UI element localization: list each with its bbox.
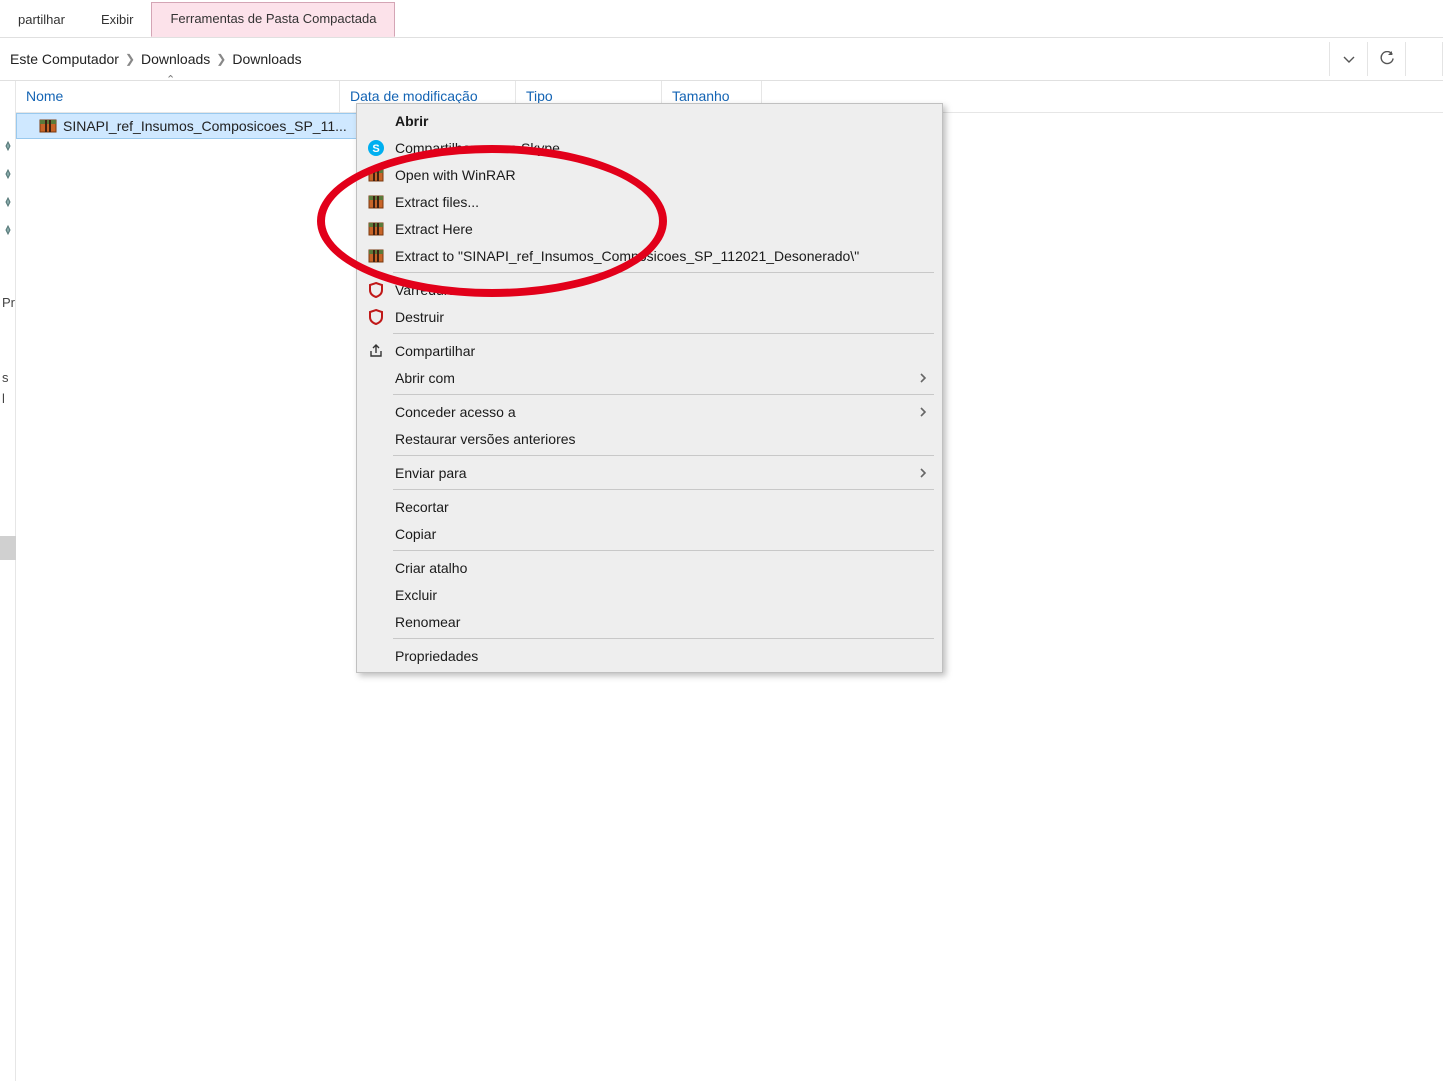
pin-icon <box>3 225 13 235</box>
menu-separator <box>393 489 934 490</box>
pin-icon <box>3 169 13 179</box>
menu-delete-label: Excluir <box>395 587 437 603</box>
menu-copy-label: Copiar <box>395 526 436 542</box>
mcafee-shield-icon <box>367 281 385 299</box>
menu-open-label: Abrir <box>395 113 428 129</box>
pin-icon <box>3 141 13 151</box>
breadcrumb-root[interactable]: Este Computador <box>4 47 125 71</box>
menu-restore-previous-label: Restaurar versões anteriores <box>395 431 576 447</box>
address-bar: Este Computador ❯ Downloads ❯ Downloads <box>0 37 1443 81</box>
menu-extract-here-label: Extract Here <box>395 221 473 237</box>
menu-separator <box>393 455 934 456</box>
menu-open-with[interactable]: Abrir com <box>357 364 942 391</box>
breadcrumb[interactable]: Este Computador ❯ Downloads ❯ Downloads <box>0 47 1329 71</box>
pin-icon <box>3 197 13 207</box>
winrar-icon <box>367 247 385 265</box>
menu-destroy[interactable]: Destruir <box>357 303 942 330</box>
sidebar-label: l <box>0 391 15 406</box>
menu-open[interactable]: Abrir <box>357 107 942 134</box>
address-dropdown-button[interactable] <box>1329 42 1367 76</box>
menu-properties-label: Propriedades <box>395 648 478 664</box>
menu-give-access-label: Conceder acesso a <box>395 404 516 420</box>
menu-extract-files-label: Extract files... <box>395 194 479 210</box>
menu-copy[interactable]: Copiar <box>357 520 942 547</box>
menu-delete[interactable]: Excluir <box>357 581 942 608</box>
menu-skype-label: Compartilhar com o Skype <box>395 140 560 156</box>
menu-open-winrar[interactable]: Open with WinRAR <box>357 161 942 188</box>
mcafee-shield-icon <box>367 308 385 326</box>
chevron-right-icon <box>918 407 928 417</box>
menu-extract-to-label: Extract to "SINAPI_ref_Insumos_Composico… <box>395 248 859 264</box>
address-extra-button[interactable] <box>1405 42 1443 76</box>
menu-scan[interactable]: Varredura <box>357 276 942 303</box>
column-header-name-label: Nome <box>26 88 63 104</box>
breadcrumb-downloads-2[interactable]: Downloads <box>226 47 307 71</box>
menu-create-shortcut[interactable]: Criar atalho <box>357 554 942 581</box>
sidebar-label: Pr <box>0 295 15 310</box>
menu-rename-label: Renomear <box>395 614 460 630</box>
file-name: SINAPI_ref_Insumos_Composicoes_SP_11... <box>63 118 351 134</box>
menu-restore-previous[interactable]: Restaurar versões anteriores <box>357 425 942 452</box>
menu-separator <box>393 638 934 639</box>
sort-asc-icon: ⌃ <box>166 73 175 86</box>
chevron-down-icon <box>1341 51 1357 67</box>
skype-icon: S <box>367 139 385 157</box>
menu-give-access[interactable]: Conceder acesso a <box>357 398 942 425</box>
menu-separator <box>393 272 934 273</box>
menu-create-shortcut-label: Criar atalho <box>395 560 467 576</box>
menu-separator <box>393 394 934 395</box>
menu-destroy-label: Destruir <box>395 309 444 325</box>
menu-share[interactable]: Compartilhar <box>357 337 942 364</box>
context-menu: Abrir S Compartilhar com o Skype Open wi… <box>356 103 943 673</box>
menu-open-winrar-label: Open with WinRAR <box>395 167 516 183</box>
menu-skype-share[interactable]: S Compartilhar com o Skype <box>357 134 942 161</box>
chevron-right-icon <box>918 373 928 383</box>
svg-text:S: S <box>372 143 379 155</box>
winrar-icon <box>367 193 385 211</box>
sidebar-selection <box>0 536 16 560</box>
winrar-icon <box>367 166 385 184</box>
menu-scan-label: Varredura <box>395 282 456 298</box>
menu-share-label: Compartilhar <box>395 343 475 359</box>
menu-cut[interactable]: Recortar <box>357 493 942 520</box>
menu-extract-files[interactable]: Extract files... <box>357 188 942 215</box>
menu-separator <box>393 333 934 334</box>
menu-cut-label: Recortar <box>395 499 449 515</box>
menu-open-with-label: Abrir com <box>395 370 455 386</box>
winrar-archive-icon <box>39 118 57 134</box>
chevron-right-icon: ❯ <box>125 52 135 66</box>
ribbon-tab-view[interactable]: Exibir <box>83 4 152 37</box>
nav-sidebar: Pr s l <box>0 81 16 1081</box>
share-icon <box>367 342 385 360</box>
ribbon-tab-share[interactable]: partilhar <box>0 4 83 37</box>
ribbon-tab-compressed-tools[interactable]: Ferramentas de Pasta Compactada <box>151 2 395 37</box>
menu-separator <box>393 550 934 551</box>
breadcrumb-downloads-1[interactable]: Downloads <box>135 47 216 71</box>
menu-extract-to-folder[interactable]: Extract to "SINAPI_ref_Insumos_Composico… <box>357 242 942 269</box>
sidebar-label: s <box>0 370 15 385</box>
chevron-right-icon: ❯ <box>216 52 226 66</box>
winrar-icon <box>367 220 385 238</box>
menu-rename[interactable]: Renomear <box>357 608 942 635</box>
chevron-right-icon <box>918 468 928 478</box>
refresh-button[interactable] <box>1367 42 1405 76</box>
ribbon-tabs: partilhar Exibir Ferramentas de Pasta Co… <box>0 0 1443 37</box>
column-header-name[interactable]: ⌃ Nome <box>16 81 340 112</box>
refresh-icon <box>1379 51 1395 67</box>
menu-extract-here[interactable]: Extract Here <box>357 215 942 242</box>
menu-properties[interactable]: Propriedades <box>357 642 942 669</box>
menu-send-to[interactable]: Enviar para <box>357 459 942 486</box>
menu-send-to-label: Enviar para <box>395 465 467 481</box>
